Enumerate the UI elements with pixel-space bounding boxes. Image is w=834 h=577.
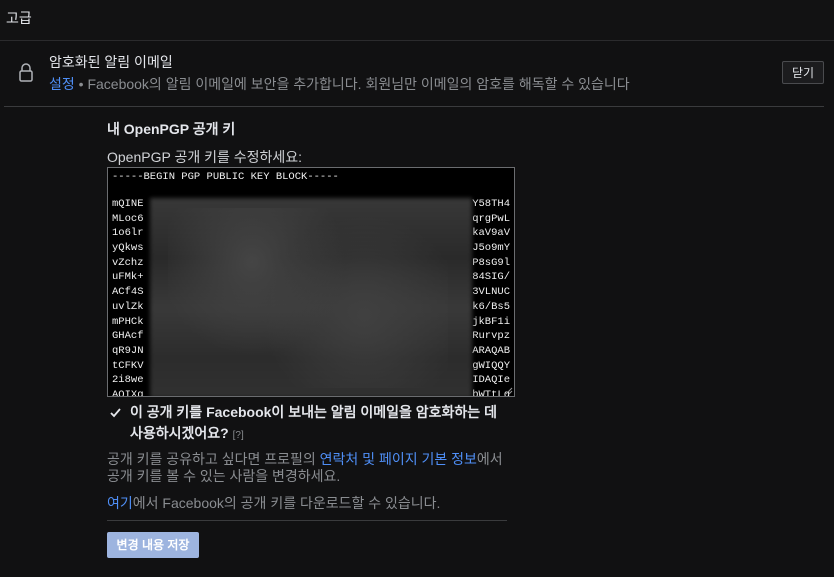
pgp-key-line-start: mQINE bbox=[112, 198, 144, 210]
pgp-key-line-end: Y58TH4 bbox=[472, 198, 510, 210]
pgp-key-line-start: ACf4S bbox=[112, 286, 144, 299]
pgp-key-line-end: IDAQIe bbox=[472, 374, 510, 387]
pgp-key-line-start: GHAcf bbox=[112, 330, 144, 343]
pgp-key-line-end: jkBF1i bbox=[472, 315, 510, 328]
use-key-checkbox[interactable] bbox=[109, 406, 123, 420]
share-text-before: 공개 키를 공유하고 싶다면 프로필의 bbox=[107, 451, 320, 467]
pgp-key-line-start: yQkws bbox=[112, 242, 144, 255]
pgp-key-header: -----BEGIN PGP PUBLIC KEY BLOCK----- bbox=[112, 171, 339, 183]
pgp-key-line-end: ARAQAB bbox=[472, 344, 510, 357]
close-button[interactable]: 닫기 bbox=[782, 61, 824, 84]
pgp-key-line-start: qR9JN bbox=[112, 344, 144, 357]
pgp-key-line-start: tCFKV bbox=[112, 359, 144, 372]
checkbox-label-text: 이 공개 키를 Facebook이 보내는 알림 이메일을 암호화하는 데 사용… bbox=[130, 404, 497, 441]
pgp-key-line-start: AQIXg bbox=[112, 388, 144, 397]
pgp-key-line-end: kaV9aV bbox=[472, 227, 510, 240]
page-title: 고급 bbox=[6, 10, 32, 26]
lock-icon bbox=[19, 63, 33, 82]
settings-link[interactable]: 설정 bbox=[49, 76, 75, 92]
pgp-key-line-start: vZchz bbox=[112, 256, 144, 269]
divider bbox=[4, 106, 824, 107]
resize-grip-icon[interactable] bbox=[505, 387, 513, 395]
setting-description: 설정 • Facebook의 알림 이메일에 보안을 추가합니다. 회원님만 이… bbox=[49, 74, 630, 94]
section-title: 내 OpenPGP 공개 키 bbox=[107, 121, 236, 137]
pgp-key-line-end: 84SIG/ bbox=[472, 271, 510, 284]
pgp-key-line-end: k6/Bs5 bbox=[472, 300, 510, 313]
pgp-key-line-end: Rurvpz bbox=[472, 330, 510, 343]
help-link[interactable]: [?] bbox=[233, 430, 244, 441]
pgp-key-line-start: 2i8we bbox=[112, 374, 144, 387]
download-text: 에서 Facebook의 공개 키를 다운로드할 수 있습니다. bbox=[132, 495, 441, 511]
contact-info-link[interactable]: 연락처 및 페이지 기본 정보 bbox=[320, 451, 477, 467]
pgp-key-line-start: MLoc6 bbox=[112, 212, 144, 225]
download-key-info: 여기에서 Facebook의 공개 키를 다운로드할 수 있습니다. bbox=[107, 493, 440, 513]
pgp-key-textarea[interactable]: -----BEGIN PGP PUBLIC KEY BLOCK----- mQI… bbox=[107, 167, 515, 397]
pgp-key-line-start: uvlZk bbox=[112, 300, 144, 313]
top-bar: 고급 bbox=[0, 0, 834, 41]
pgp-key-line-start: uFMk+ bbox=[112, 271, 144, 284]
pgp-key-line-start: 1o6lr bbox=[112, 227, 144, 240]
use-key-checkbox-label: 이 공개 키를 Facebook이 보내는 알림 이메일을 암호화하는 데 사용… bbox=[130, 402, 510, 446]
pgp-key-line-end: qrgPwL bbox=[472, 212, 510, 225]
pgp-key-line-end: gWIQQY bbox=[472, 359, 510, 372]
pgp-key-line-start: mPHCk bbox=[112, 315, 144, 328]
save-changes-button[interactable]: 변경 내용 저장 bbox=[107, 532, 199, 558]
download-link[interactable]: 여기 bbox=[107, 495, 133, 511]
share-key-info: 공개 키를 공유하고 싶다면 프로필의 연락처 및 페이지 기본 정보에서 공개… bbox=[107, 451, 507, 485]
setting-description-text: • Facebook의 알림 이메일에 보안을 추가합니다. 회원님만 이메일의… bbox=[74, 76, 630, 92]
pgp-key-line-end: 3VLNUC bbox=[472, 286, 510, 299]
blurred-key-region-overlay bbox=[168, 208, 448, 388]
pgp-key-field-label: OpenPGP 공개 키를 수정하세요: bbox=[107, 149, 303, 165]
divider bbox=[107, 520, 507, 521]
setting-title: 암호화된 알림 이메일 bbox=[49, 54, 173, 70]
pgp-key-line-end: J5o9mY bbox=[472, 242, 510, 255]
check-icon bbox=[110, 408, 121, 418]
pgp-key-line-end: P8sG9l bbox=[472, 256, 510, 269]
